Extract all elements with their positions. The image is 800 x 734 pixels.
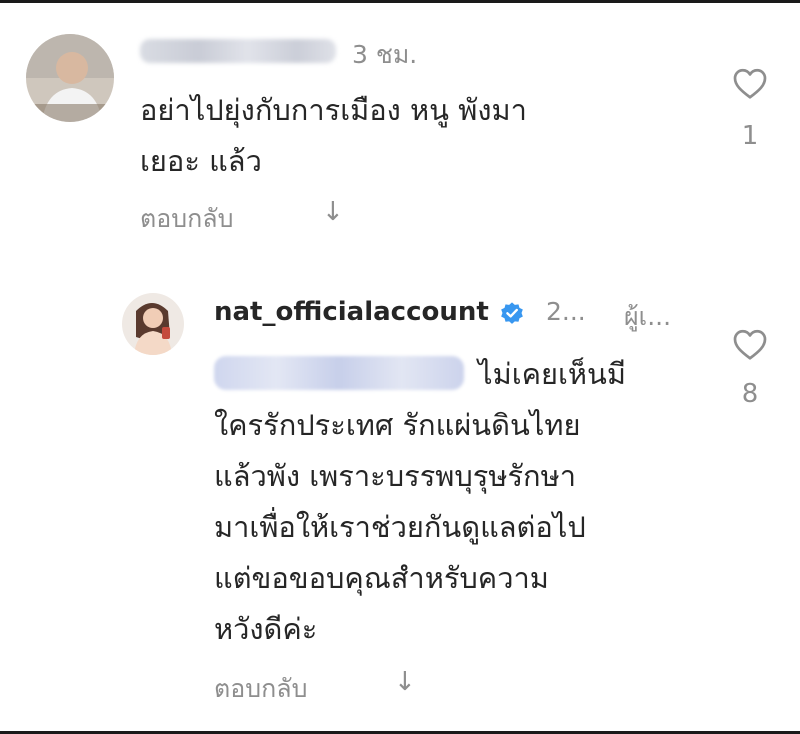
author-avatar[interactable] <box>122 293 184 355</box>
comment-thread: 3 ชม. อย่าไปยุ่งกับการเมือง หนู พังมา เย… <box>0 0 800 734</box>
comment-time: 2... <box>546 297 586 326</box>
like-count: 8 <box>741 379 759 409</box>
author-label: ผู้เ... <box>624 302 672 331</box>
comment-text: ไม่เคยเห็นมี ใครรักประเทศ รักแผ่นดินไทย … <box>214 357 626 646</box>
reply-button[interactable]: ตอบกลับ <box>214 669 307 709</box>
commenter-username-blurred[interactable] <box>140 39 336 63</box>
reply-button[interactable]: ตอบกลับ <box>140 199 233 239</box>
like-count: 1 <box>741 121 759 151</box>
commenter-avatar[interactable] <box>26 34 114 122</box>
verified-badge-icon <box>501 302 523 324</box>
heart-outline-icon[interactable] <box>732 327 768 361</box>
heart-outline-icon[interactable] <box>732 66 768 100</box>
comment-text: อย่าไปยุ่งกับการเมือง หนู พังมา เยอะ แล้… <box>140 93 527 178</box>
comment-time: 3 ชม. <box>352 40 418 69</box>
down-arrow-icon[interactable]: ↓ <box>322 197 344 227</box>
reply-text-block: ไม่เคยเห็นมี ใครรักประเทศ รักแผ่นดินไทย … <box>214 349 714 655</box>
author-username[interactable]: nat_officialaccount <box>214 297 489 327</box>
mention-username-blurred[interactable] <box>214 356 464 390</box>
down-arrow-icon[interactable]: ↓ <box>394 667 416 697</box>
